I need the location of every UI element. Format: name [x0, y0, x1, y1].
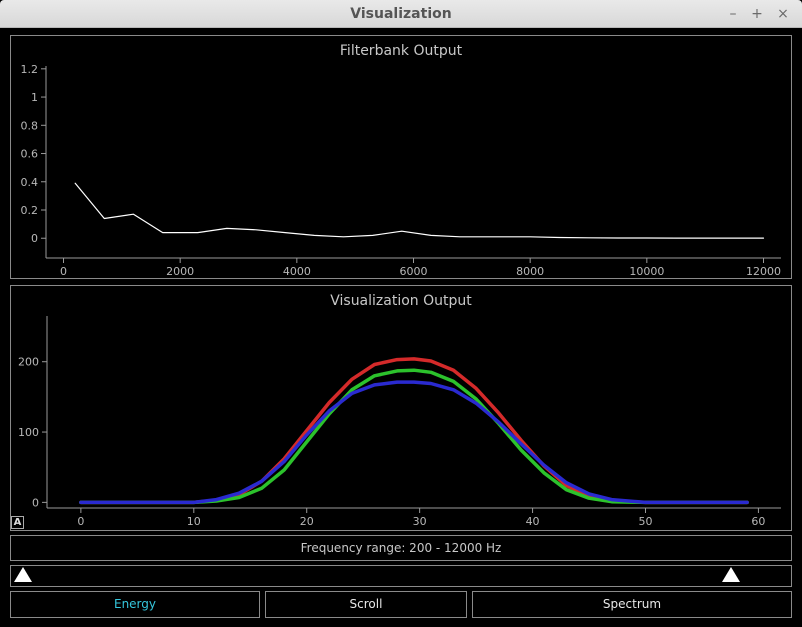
x-tick-label: 12000: [746, 265, 781, 278]
x-tick-label: 2000: [166, 265, 194, 278]
x-tick-label: 60: [751, 515, 765, 528]
minimize-icon[interactable]: –: [724, 5, 742, 23]
series-line-2: [79, 380, 749, 505]
series-line-0: [74, 182, 765, 239]
series-line-1: [79, 368, 749, 505]
window-titlebar[interactable]: Visualization – + ×: [0, 0, 802, 28]
y-tick-label: 0.8: [21, 119, 39, 132]
x-tick-label: 30: [413, 515, 427, 528]
y-tick-label: 200: [18, 356, 39, 369]
y-tick-label: 1: [31, 91, 38, 104]
x-tick-label: 0: [77, 515, 84, 528]
y-tick-label: 0: [31, 232, 38, 245]
window-title: Visualization: [350, 6, 452, 22]
y-tick-label: 100: [18, 426, 39, 439]
filterbank-plot-panel: Filterbank Output 0 0.2 0.4 0.6 0.8 1 1.2 0 2000…: [10, 35, 792, 279]
x-tick-label: 4000: [283, 265, 311, 278]
x-tick-label: 10: [187, 515, 201, 528]
slider-handle-high[interactable]: [722, 567, 740, 582]
x-tick-label: 6000: [400, 265, 428, 278]
frequency-range-slider[interactable]: [10, 565, 792, 587]
y-tick-label: 0.6: [21, 148, 39, 161]
auto-scale-button[interactable]: A: [11, 516, 24, 529]
x-tick-label: 8000: [516, 265, 544, 278]
y-tick-label: 0: [32, 496, 39, 509]
x-tick-label: 20: [300, 515, 314, 528]
visualization-chart: 0 100 200 0 10 20 30 40 50 60: [18, 316, 781, 528]
visualization-plot-panel: Visualization Output 0 100 200 0 10 20 30 40 50 6…: [10, 285, 792, 531]
scroll-button[interactable]: Scroll: [265, 591, 467, 618]
spectrum-button[interactable]: Spectrum: [472, 591, 792, 618]
close-icon[interactable]: ×: [774, 5, 792, 23]
filterbank-chart: 0 0.2 0.4 0.6 0.8 1 1.2 0 2000 4000 6000 8000 10000 1…: [21, 63, 781, 278]
frequency-range-label: Frequency range: 200 - 12000 Hz: [10, 535, 792, 561]
x-tick-label: 10000: [629, 265, 664, 278]
slider-handle-low[interactable]: [14, 567, 32, 582]
y-tick-label: 1.2: [21, 63, 39, 76]
y-tick-label: 0.2: [21, 204, 39, 217]
x-tick-label: 40: [526, 515, 540, 528]
x-tick-label: 0: [60, 265, 67, 278]
energy-button[interactable]: Energy: [10, 591, 260, 618]
x-tick-label: 50: [638, 515, 652, 528]
y-tick-label: 0.4: [21, 176, 39, 189]
maximize-icon[interactable]: +: [748, 5, 766, 23]
